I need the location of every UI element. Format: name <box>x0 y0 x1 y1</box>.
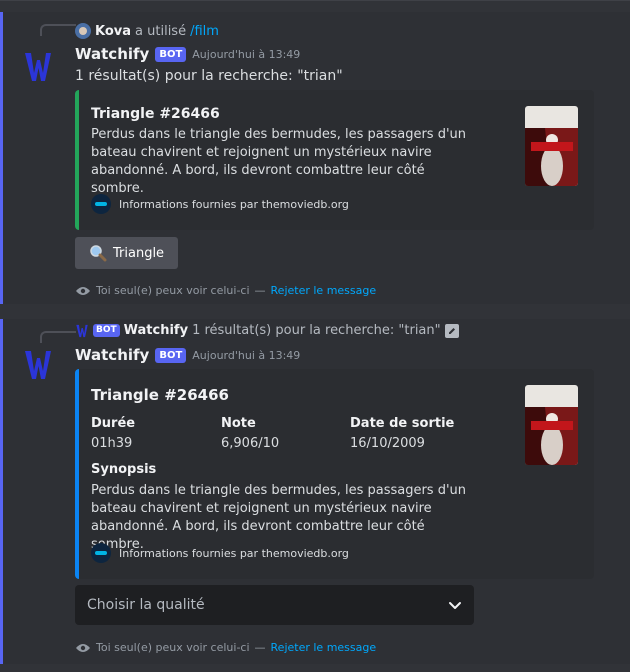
reply-reference[interactable]: BOT Watchify 1 résultat(s) pour la reche… <box>75 323 459 338</box>
reply-reference[interactable]: Kova a utilisé /film <box>75 23 219 39</box>
top-divider <box>0 0 630 1</box>
quality-select[interactable]: Choisir la qualité <box>75 585 474 625</box>
field-duration-name: Durée <box>91 416 136 431</box>
bot-avatar[interactable] <box>18 47 58 87</box>
bot-badge: BOT <box>93 324 120 337</box>
field-rating-value: 6,906/10 <box>221 436 280 451</box>
timestamp: Aujourd'hui à 13:49 <box>192 47 301 61</box>
bot-username[interactable]: Watchify <box>75 45 149 63</box>
embed-card: Triangle #26466 Perdus dans le triangle … <box>75 90 594 230</box>
message-header: Watchify BOT Aujourd'hui à 13:49 <box>75 45 300 63</box>
embed-footer-text: Informations fournies par themoviedb.org <box>119 197 349 211</box>
field-synopsis-name: Synopsis <box>91 462 157 477</box>
ephemeral-highlight-bar <box>0 12 3 304</box>
slash-command[interactable]: /film <box>190 24 219 39</box>
embed-footer-text: Informations fournies par themoviedb.org <box>119 546 349 560</box>
eye-icon <box>76 643 90 652</box>
field-release-date-name: Date de sortie <box>350 416 455 431</box>
reply-username[interactable]: Kova <box>95 24 131 39</box>
edit-icon <box>444 323 459 338</box>
watchify-logo-icon <box>25 351 51 379</box>
result-button-label: Triangle <box>113 245 165 261</box>
reply-connector <box>40 331 76 343</box>
user-avatar-icon <box>75 23 91 39</box>
embed-color-edge <box>75 369 79 579</box>
timestamp: Aujourd'hui à 13:49 <box>192 348 301 362</box>
bot-badge: BOT <box>155 46 187 62</box>
ephemeral-separator: — <box>254 641 266 654</box>
ephemeral-highlight-bar <box>0 319 3 664</box>
field-rating-name: Note <box>221 416 256 431</box>
ephemeral-notice: Toi seul(e) peux voir celui-ci — Rejeter… <box>75 284 376 297</box>
message-text: 1 résultat(s) pour la recherche: "trian" <box>75 68 343 84</box>
field-duration-value: 01h39 <box>91 436 133 451</box>
chevron-down-icon <box>449 602 461 609</box>
embed-title: Triangle #26466 <box>91 386 229 404</box>
embed-footer: Informations fournies par themoviedb.org <box>91 194 349 214</box>
movie-poster-thumbnail[interactable] <box>525 106 578 186</box>
reply-connector <box>40 24 76 36</box>
field-release-date-value: 16/10/2009 <box>350 436 425 451</box>
reply-username[interactable]: Watchify <box>124 323 188 338</box>
ephemeral-text: Toi seul(e) peux voir celui-ci <box>96 641 250 654</box>
embed-card: Triangle #26466 Durée 01h39 Note 6,906/1… <box>75 369 594 579</box>
dismiss-message-link[interactable]: Rejeter le message <box>271 284 377 297</box>
ephemeral-notice: Toi seul(e) peux voir celui-ci — Rejeter… <box>75 641 376 654</box>
watchify-logo-icon <box>25 53 51 81</box>
embed-color-edge <box>75 90 79 230</box>
watchify-logo-icon <box>76 324 88 337</box>
bot-avatar[interactable] <box>18 345 58 385</box>
tmdb-icon <box>91 543 111 563</box>
reply-preview-text: 1 résultat(s) pour la recherche: "trian" <box>192 323 441 338</box>
reply-action: a utilisé <box>135 23 187 39</box>
bot-badge: BOT <box>155 347 187 363</box>
bot-username[interactable]: Watchify <box>75 346 149 364</box>
embed-title: Triangle #26466 <box>91 106 220 122</box>
message-header: Watchify BOT Aujourd'hui à 13:49 <box>75 346 300 364</box>
movie-poster-thumbnail[interactable] <box>525 385 578 465</box>
result-button-triangle[interactable]: Triangle <box>75 237 179 269</box>
dismiss-message-link[interactable]: Rejeter le message <box>271 641 377 654</box>
magnifier-icon <box>90 245 107 262</box>
tmdb-icon <box>91 194 111 214</box>
embed-footer: Informations fournies par themoviedb.org <box>91 543 349 563</box>
embed-description: Perdus dans le triangle des bermudes, le… <box>91 127 467 196</box>
quality-select-placeholder: Choisir la qualité <box>87 597 205 613</box>
eye-icon <box>76 286 90 295</box>
ephemeral-separator: — <box>254 284 266 297</box>
ephemeral-text: Toi seul(e) peux voir celui-ci <box>96 284 250 297</box>
